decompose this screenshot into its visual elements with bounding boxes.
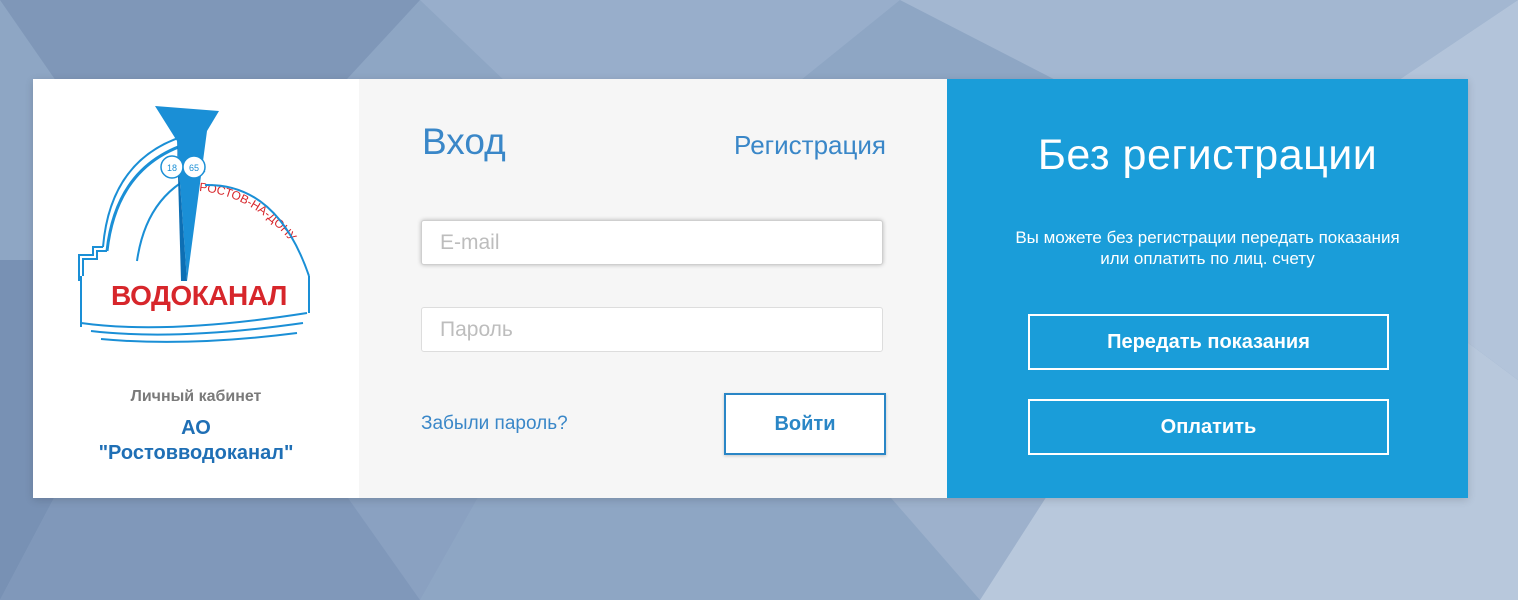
svg-text:18: 18 [167, 163, 177, 173]
guest-panel: Без регистрации Вы можете без регистраци… [947, 79, 1468, 498]
login-title: Вход [422, 121, 506, 162]
svg-text:ВОДОКАНАЛ: ВОДОКАНАЛ [111, 280, 287, 311]
password-field[interactable] [421, 307, 883, 352]
pay-button[interactable]: Оплатить [1028, 399, 1389, 455]
login-button[interactable]: Войти [724, 393, 886, 455]
login-card: 18 65 РОСТОВ-НА-ДОНУ ВОДОКАНАЛ Личный ка… [33, 79, 1468, 498]
cabinet-label: Личный кабинет [130, 388, 262, 405]
brand-panel: 18 65 РОСТОВ-НА-ДОНУ ВОДОКАНАЛ Личный ка… [33, 79, 359, 498]
org-name-prefix: АО [181, 417, 211, 439]
submit-readings-button[interactable]: Передать показания [1028, 314, 1389, 370]
svg-text:РОСТОВ-НА-ДОНУ: РОСТОВ-НА-ДОНУ [199, 180, 300, 244]
vodokanal-logo: 18 65 РОСТОВ-НА-ДОНУ ВОДОКАНАЛ [78, 106, 310, 343]
svg-text:65: 65 [189, 163, 199, 173]
register-link[interactable]: Регистрация [734, 130, 886, 161]
email-field[interactable] [421, 220, 883, 265]
guest-description: Вы можете без регистрации передать показ… [1015, 228, 1400, 268]
org-name: "Ростовводоканал" [98, 442, 294, 464]
login-panel: Вход Регистрация Забыли пароль? Войти [359, 79, 947, 498]
forgot-password-link[interactable]: Забыли пароль? [421, 413, 568, 435]
guest-title: Без регистрации [1037, 131, 1378, 179]
